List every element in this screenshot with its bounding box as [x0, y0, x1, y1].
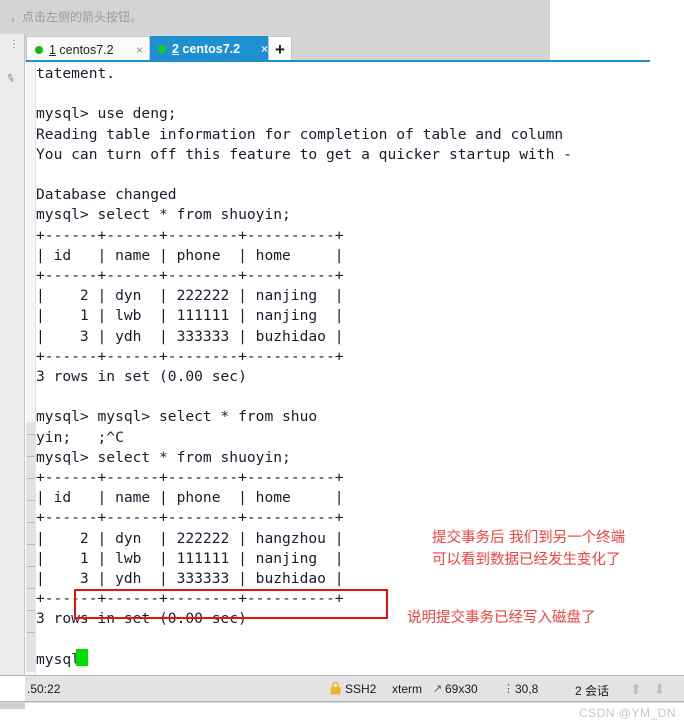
bottom-left-corner: [0, 703, 25, 709]
terminal-output: tatement. mysql> use deng; Reading table…: [36, 65, 572, 668]
tab-index-1: 1: [49, 42, 56, 57]
tab-title-1: centos7.2: [55, 42, 114, 57]
tab-title-2: centos7.2: [178, 42, 241, 56]
annotation-note-3: 说明提交事务已经写入磁盘了: [407, 610, 596, 626]
tab-label-1: 1 centos7.2: [49, 43, 132, 57]
tab-bar-gutter: ⋮: [0, 34, 25, 62]
gutter-dots-icon: ⋮: [9, 39, 19, 50]
caret-position-icon: ⋮: [503, 683, 514, 695]
securecrt-window: ，点击左侧的箭头按钮。 ⋮ 1 centos7.2 × 2 centos7.2 …: [0, 0, 684, 727]
status-host-address: .50:22: [27, 682, 61, 696]
status-window-size: 69x30: [445, 682, 478, 696]
annotation-note-1: 提交事务后 我们到另一个终端: [432, 530, 626, 546]
terminal-cursor: [76, 649, 88, 666]
tab-status-dot-icon: [35, 45, 43, 54]
top-hint-strip: ，点击左侧的箭头按钮。: [0, 0, 684, 34]
pen-icon: ✎: [4, 71, 17, 87]
status-bar-left-gutter: [0, 676, 25, 703]
left-side-rail: ✎: [0, 62, 25, 675]
top-hint-text: ，点击左侧的箭头按钮。: [10, 10, 143, 24]
tab-close-icon-2[interactable]: ×: [261, 42, 268, 56]
new-tab-button[interactable]: +: [268, 36, 292, 62]
lock-icon: [330, 682, 341, 695]
terminal-screen[interactable]: tatement. mysql> use deng; Reading table…: [36, 62, 684, 675]
tab-centos7-2-2[interactable]: 2 centos7.2 ×: [150, 36, 274, 62]
status-bar: .50:22 SSH2 xterm ↗ 69x30 ⋮ 30,8 2 会话 ⬆ …: [0, 675, 684, 703]
terminal-scrollbar[interactable]: [26, 62, 36, 675]
tab-bar: ⋮ 1 centos7.2 × 2 centos7.2 × +: [0, 34, 684, 63]
tab-status-dot-icon-2: [158, 45, 166, 53]
tab-index-2: 2: [172, 42, 179, 56]
scrollbar-ticks: [27, 434, 35, 654]
terminal-area: ✎ tatement. mysql> use deng; Reading tab…: [0, 62, 684, 675]
status-terminal-type: xterm: [392, 682, 422, 696]
resize-icon: ↗: [433, 683, 443, 695]
tab-label-2: 2 centos7.2: [172, 42, 257, 56]
tab-bar-right-blank: [550, 34, 684, 62]
status-cursor-position: 30,8: [515, 682, 539, 696]
watermark: CSDN @YM_DN: [578, 706, 676, 720]
annotation-note-2: 可以看到数据已经发生变化了: [432, 552, 621, 568]
tab-close-icon-1[interactable]: ×: [136, 43, 143, 57]
tab-centos7-2-1[interactable]: 1 centos7.2 ×: [26, 36, 150, 62]
highlighted-row-box: [74, 589, 388, 619]
status-transfer-arrows-icon: ⬆ ⬇: [630, 681, 670, 697]
top-strip-right-blank: [550, 0, 684, 34]
status-ssh-protocol: SSH2: [345, 682, 377, 696]
status-session-count: 2 会话: [575, 684, 610, 698]
